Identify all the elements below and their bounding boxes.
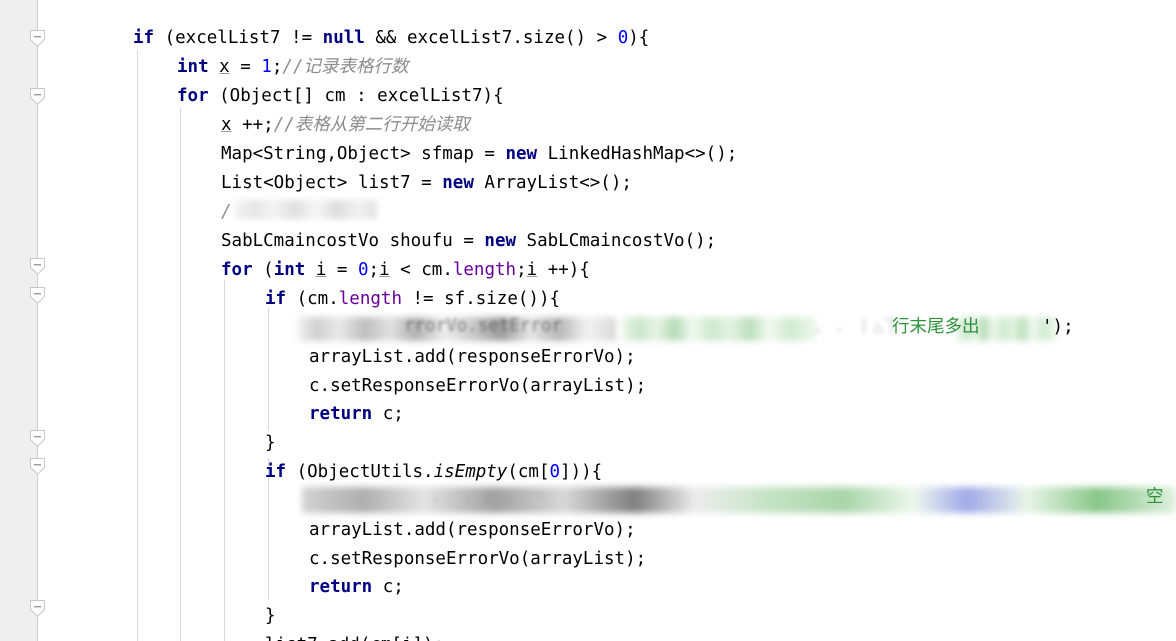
code-token: (	[252, 260, 274, 280]
code-token: }	[265, 433, 276, 453]
code-token: arrayList.add(responseErrorVo);	[309, 347, 636, 367]
code-token: for	[221, 260, 253, 280]
code-token: < cm.	[389, 260, 453, 280]
code-token: c;	[372, 404, 404, 424]
code-token: i	[315, 260, 327, 280]
code-token: length	[452, 260, 517, 280]
code-token: c;	[372, 577, 404, 597]
code-line[interactable]: arrayList.add(responseErrorVo);	[0, 343, 1176, 372]
code-token: 0	[617, 28, 629, 48]
code-token: c.setResponseErrorVo(arrayList);	[309, 376, 647, 396]
code-token: return	[309, 404, 373, 424]
code-token: =	[229, 57, 262, 77]
code-line[interactable]: c.setResponseErrorVo(arrayList);	[0, 545, 1176, 574]
code-line[interactable]: if (excelList7 != null && excelList7.siz…	[0, 24, 1176, 53]
code-line[interactable]: int x = 1;//记录表格行数	[0, 53, 1176, 82]
code-token: != sf.size()){	[401, 289, 561, 309]
code-token: !=	[291, 28, 313, 48]
code-token: LinkedHashMap<>();	[537, 144, 738, 164]
code-token: //记录表格行数	[282, 57, 409, 77]
code-line[interactable]: List<Object> list7 = new ArrayList<>();	[0, 169, 1176, 198]
code-token: SabLCmaincostVo();	[516, 231, 717, 251]
code-token: i	[526, 260, 538, 280]
code-token: ;	[516, 260, 527, 280]
code-line[interactable]: }	[0, 429, 1176, 458]
code-token: ;	[271, 57, 283, 77]
code-token: =	[326, 260, 358, 280]
code-token: ArrayList<>();	[473, 173, 632, 193]
code-token: i	[379, 260, 390, 280]
code-line[interactable]: /	[0, 198, 1176, 227]
code-line[interactable]	[0, 487, 1176, 516]
code-token: (cm[	[507, 462, 550, 482]
code-token: null	[322, 28, 365, 48]
code-line[interactable]: if (ObjectUtils.isEmpty(cm[0])){	[0, 458, 1176, 487]
code-token: return	[309, 577, 373, 597]
redacted-tail-line11: ');	[1042, 317, 1074, 337]
code-token: x	[219, 57, 230, 77]
code-token: //表格从第二行开始读取	[273, 115, 470, 135]
code-token: (Object[] cm : excelList7){	[208, 86, 504, 106]
code-token: x	[221, 115, 232, 135]
code-token: (excelList7	[154, 28, 292, 48]
code-token: ;	[368, 260, 380, 280]
code-token: for	[177, 86, 209, 106]
code-token: new	[442, 173, 474, 193]
code-token: 0	[549, 462, 561, 482]
code-token: SabLCmaincostVo shoufu =	[221, 231, 485, 251]
code-line[interactable]: for (Object[] cm : excelList7){	[0, 82, 1176, 111]
comment-slash: /	[221, 202, 232, 222]
code-token: int	[273, 260, 306, 280]
code-token: if	[133, 28, 155, 48]
code-surface[interactable]: if (excelList7 != null && excelList7.siz…	[0, 0, 1176, 641]
code-token: new	[505, 144, 538, 164]
code-token: 1	[261, 57, 272, 77]
code-line[interactable]: for (int i = 0;i < cm.length;i ++){	[0, 256, 1176, 285]
code-token: isEmpty	[433, 462, 508, 482]
code-token: (ObjectUtils.	[286, 462, 434, 482]
code-token: ++){	[537, 260, 590, 280]
code-token: }	[265, 606, 276, 626]
code-token: list7.add(cm[i]);	[265, 635, 444, 641]
code-line[interactable]: Map<String,Object> sfmap = new LinkedHas…	[0, 140, 1176, 169]
code-line[interactable]	[0, 314, 1176, 343]
code-token: if	[265, 289, 287, 309]
code-token: ])){	[560, 462, 603, 482]
code-token: arrayList.add(responseErrorVo);	[309, 520, 636, 540]
code-editor-root: if (excelList7 != null && excelList7.siz…	[0, 0, 1176, 641]
code-token: if	[265, 462, 287, 482]
code-token: 0	[358, 260, 369, 280]
code-line[interactable]: return c;	[0, 573, 1176, 602]
code-line[interactable]: SabLCmaincostVo shoufu = new SabLCmainco…	[0, 227, 1176, 256]
code-line[interactable]: arrayList.add(responseErrorVo);	[0, 516, 1176, 545]
code-token: ++;	[231, 115, 274, 135]
code-line[interactable]: if (cm.length != sf.size()){	[0, 285, 1176, 314]
code-token: Map<String,Object> sfmap =	[221, 144, 506, 164]
code-token: length	[338, 289, 402, 309]
code-token: c.setResponseErrorVo(arrayList);	[309, 549, 647, 569]
code-token: List<Object> list7 =	[221, 173, 443, 193]
code-token: (cm.	[286, 289, 339, 309]
code-line[interactable]: c.setResponseErrorVo(arrayList);	[0, 372, 1176, 401]
code-line[interactable]: x ++;//表格从第二行开始读取	[0, 111, 1176, 140]
code-line[interactable]: }	[0, 602, 1176, 631]
code-line[interactable]: return c;	[0, 400, 1176, 429]
code-token: ){	[628, 28, 650, 48]
code-line[interactable]: list7.add(cm[i]);	[0, 631, 1176, 641]
code-token: int	[177, 57, 209, 77]
code-token: && excelList7.size() >	[364, 28, 618, 48]
code-token: new	[484, 231, 517, 251]
